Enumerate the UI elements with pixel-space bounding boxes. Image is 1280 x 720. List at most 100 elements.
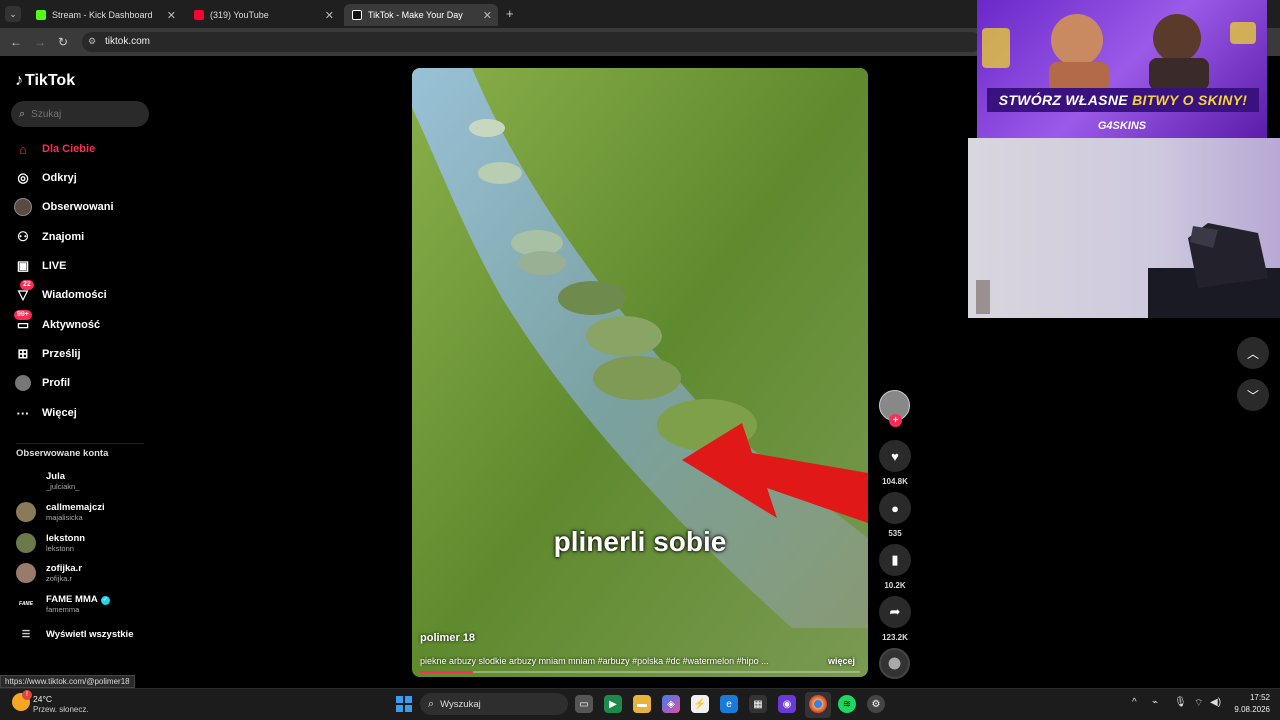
account-name: lekstonn [46,533,86,544]
friends-icon: ⚇ [17,229,29,244]
next-video-button[interactable]: ﹀ [1237,379,1269,411]
nav-profile[interactable]: Profil [14,373,70,393]
tiktok-logo[interactable]: ♪ TikTok [15,72,75,90]
file-explorer-icon[interactable]: ▬ [633,695,651,713]
comment-count: 535 [888,529,902,538]
comment-button[interactable]: ● [879,492,911,524]
follow-plus-icon[interactable]: + [889,414,902,427]
microsoft-store-icon[interactable]: ▦ [749,695,767,713]
task-view-icon[interactable]: ▭ [575,695,593,713]
tab-tiktok[interactable]: TikTok - Make Your Day ✕ [344,4,498,26]
share-button[interactable]: ➦ [879,596,911,628]
save-button[interactable]: ▮ [879,544,911,576]
chrome-icon[interactable] [809,695,827,713]
video-author[interactable]: polimer 18 [420,632,475,644]
nav-for-you[interactable]: ⌂ Dla Ciebie [14,139,95,159]
app-icon[interactable]: ▶ [604,695,622,713]
tiktok-favicon-icon [352,10,362,20]
nav-upload[interactable]: ⊞ Prześlij [14,344,81,364]
account-handle: _julciakn_ [46,482,80,491]
new-tab-button[interactable]: + [506,6,514,21]
forward-icon[interactable]: → [34,35,46,49]
tab-label: TikTok - Make Your Day [368,10,463,20]
back-icon[interactable]: ← [10,35,22,49]
tab-youtube[interactable]: (319) YouTube ✕ [186,4,340,26]
home-icon: ⌂ [19,141,27,157]
compass-icon: ◎ [17,170,29,185]
network-icon[interactable]: ⌁ [1152,697,1158,708]
app-icon[interactable]: ⚙ [867,695,885,713]
nav-label: Aktywność [42,319,101,331]
video-player[interactable]: plinerli sobie polimer 18 piekne arbuzy … [412,68,868,677]
music-disc[interactable] [879,648,910,679]
fame-mma-logo: FAME [16,594,36,614]
nav-label: Znajomi [42,231,85,243]
tab-search-button[interactable]: ⌄ [5,6,21,22]
close-tab-icon[interactable]: ✕ [325,9,334,22]
webcam-overlay [968,138,1280,318]
reload-icon[interactable]: ↻ [58,35,68,49]
messages-badge: 22 [20,280,34,290]
tray-overflow-icon[interactable]: ^ [1132,697,1137,708]
site-info-icon[interactable]: ⚙ [88,36,96,47]
taskbar-search[interactable]: ⌕ Wyszukaj [420,693,568,715]
bookmark-icon: ▮ [891,552,899,567]
see-all-link[interactable]: ☰ Wyświetl wszystkie [16,629,134,640]
youtube-favicon-icon [194,10,204,20]
verified-icon: ✓ [100,596,110,605]
nav-explore[interactable]: ◎ Odkryj [14,168,77,188]
app-icon[interactable]: ⚡ [691,695,709,713]
taskbar-date[interactable]: 9.08.2026 [1226,705,1270,714]
upload-icon: ⊞ [17,346,29,361]
see-all-label: Wyświetl wszystkie [46,629,134,640]
account-handle: zofijka.r [46,574,72,583]
url-text[interactable]: tiktok.com [105,36,150,47]
search-box[interactable]: ⌕ [11,101,149,127]
avatar [16,533,36,553]
comment-icon: ● [891,500,899,516]
like-button[interactable]: ♥ [879,440,911,472]
spotify-icon[interactable]: ≋ [838,695,856,713]
nav-more[interactable]: ··· Więcej [14,403,77,423]
nav-messages[interactable]: ▽ 22 Wiadomości [14,280,107,305]
copilot-icon[interactable]: ◈ [662,695,680,713]
link-status-bar: https://www.tiktok.com/@polimer18 [0,675,135,688]
followed-account[interactable]: zofijka.r zofijka.r [16,563,82,583]
nav-live[interactable]: ▣ LIVE [14,256,67,276]
app-icon[interactable]: ◉ [778,695,796,713]
nav-following[interactable]: Obserwowani [14,197,114,217]
followed-account[interactable]: Jula _julciakn_ [16,471,79,491]
weather-condition[interactable]: Przew. słonecz. [33,705,89,714]
avatar [16,563,36,583]
tab-kick[interactable]: Stream - Kick Dashboard ✕ [28,4,182,26]
kick-favicon-icon [36,10,46,20]
wifi-icon[interactable]: ⌔ [1194,697,1203,710]
followed-account[interactable]: lekstonn lekstonn [16,533,85,553]
webcam-scene [976,223,1280,318]
account-name: Jula [46,471,66,482]
followed-account[interactable]: FAME FAME MMA ✓ famemma [16,594,110,614]
previous-video-button[interactable]: ︿ [1237,337,1269,369]
taskbar-time[interactable]: 17:52 [1226,693,1270,702]
microphone-icon[interactable]: 🎙 [1174,697,1187,708]
nav-friends[interactable]: ⚇ Znajomi [14,227,84,247]
followed-account[interactable]: callmemajczi majalisicka [16,502,105,522]
close-tab-icon[interactable]: ✕ [167,9,176,22]
search-input[interactable] [31,108,132,120]
nav-activity[interactable]: ▭ 99+ Aktywność [14,310,101,335]
avatar-icon [14,198,32,216]
more-link[interactable]: więcej [828,656,855,666]
close-tab-icon[interactable]: ✕ [483,9,492,22]
account-name: FAME MMA [46,594,98,605]
video-progress-bar[interactable] [420,671,860,673]
video-progress-fill [420,671,473,673]
edge-icon[interactable]: e [720,695,738,713]
nav-label: LIVE [42,260,67,272]
windows-start-icon[interactable] [396,696,412,712]
taskbar-search-label: Wyszukaj [440,698,481,710]
volume-icon[interactable]: ◀) [1210,697,1221,708]
weather-temperature[interactable]: 24°C [33,694,52,704]
like-count: 104.8K [882,477,908,486]
address-bar[interactable] [82,32,982,52]
nav-label: Profil [42,377,71,389]
